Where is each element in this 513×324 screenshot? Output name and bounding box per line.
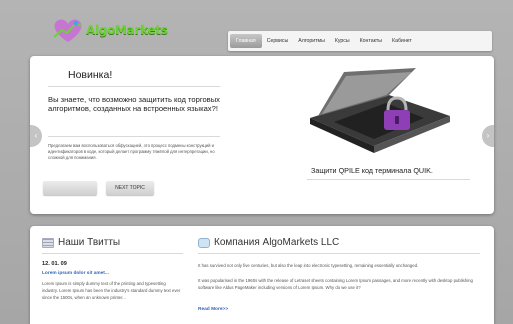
company-paragraph: It has survived not only five centuries,… bbox=[198, 263, 419, 268]
site-logo[interactable]: AlgoMarkets bbox=[50, 14, 185, 46]
next-topic-button[interactable]: NEXT TOPIC bbox=[106, 181, 154, 195]
speech-bubble-icon bbox=[198, 237, 210, 248]
nav-item-courses[interactable]: Курсы bbox=[330, 34, 355, 48]
tweet-link[interactable]: Lorem ipsum dolor sit amet... bbox=[42, 271, 109, 276]
tweet-date: 12. 01. 09 bbox=[42, 261, 67, 267]
divider bbox=[198, 253, 480, 254]
tweets-heading-text: Наши Твитты bbox=[58, 237, 121, 248]
nav-item-services[interactable]: Сервисы bbox=[262, 34, 294, 48]
divider bbox=[48, 136, 220, 137]
slider-blank-button[interactable] bbox=[43, 181, 97, 195]
main-nav: Главная Сервисы Алгоритмы Курсы Контакты… bbox=[228, 31, 492, 51]
company-heading: Компания AlgoMarkets LLC bbox=[198, 237, 339, 248]
slide-question: Вы знаете, что возможно защитить код тор… bbox=[48, 95, 220, 114]
slide-title: Новинка! bbox=[68, 69, 113, 81]
nav-item-contacts[interactable]: Контакты bbox=[355, 34, 387, 48]
nav-item-algorithms[interactable]: Алгоритмы bbox=[293, 34, 330, 48]
logo-text: AlgoMarkets bbox=[86, 23, 168, 37]
notes-icon bbox=[42, 237, 54, 248]
slide-description: Предлагаем вам воспользоваться обфускаци… bbox=[48, 143, 215, 161]
logo-heart-icon bbox=[50, 15, 86, 45]
divider bbox=[307, 179, 470, 180]
company-heading-text: Компания AlgoMarkets LLC bbox=[214, 237, 340, 248]
divider bbox=[42, 253, 183, 254]
company-paragraph: It was popularised in the 1960s with the… bbox=[198, 278, 473, 290]
read-more-link[interactable]: Read More>> bbox=[198, 307, 228, 312]
tweet-body: Lorem Ipsum is simply dummy text of the … bbox=[42, 281, 181, 300]
nav-item-home[interactable]: Главная bbox=[230, 34, 262, 48]
tweets-heading: Наши Твитты bbox=[42, 237, 120, 248]
laptop-lock-image bbox=[304, 66, 454, 162]
slide-caption: Защити QPILE код терминала QUIK. bbox=[311, 166, 433, 175]
divider bbox=[48, 86, 220, 87]
nav-item-cabinet[interactable]: Кабинет bbox=[387, 34, 417, 48]
